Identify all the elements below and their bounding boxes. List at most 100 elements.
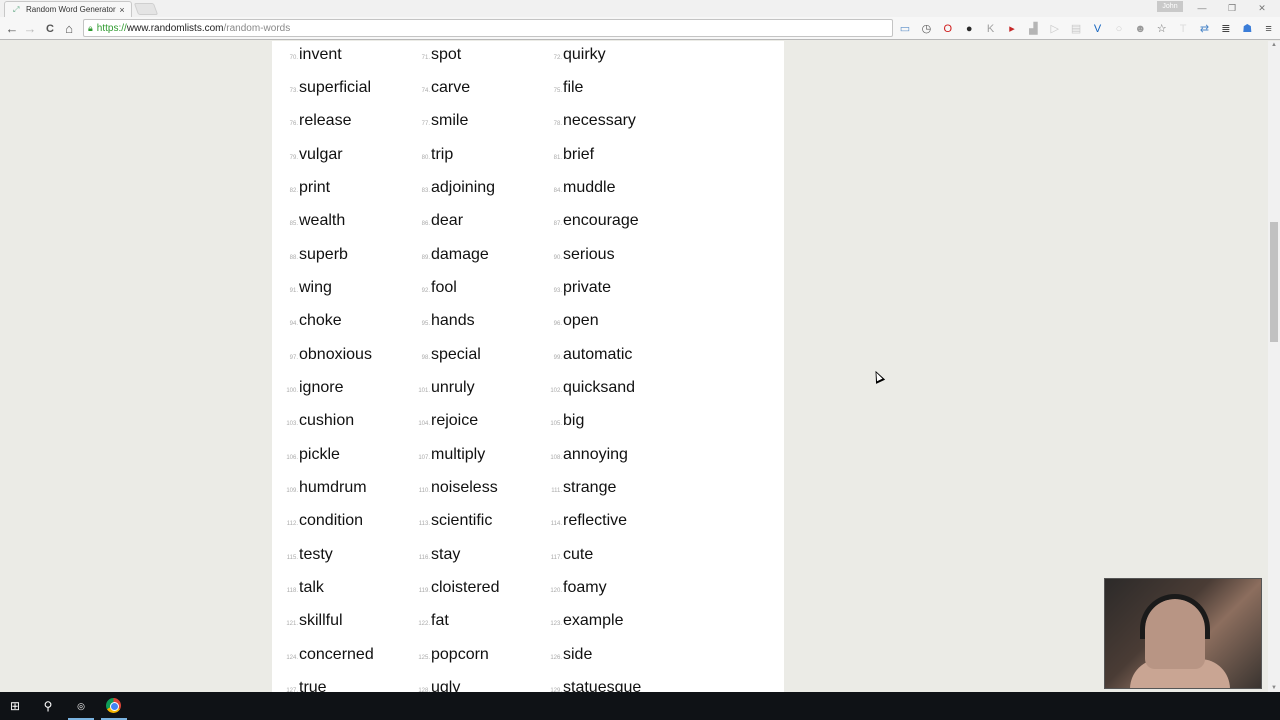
reader-ext-icon[interactable]: ≣ [1219,22,1233,36]
word-number: 74. [421,87,430,94]
vertical-scrollbar[interactable]: ▲ ▼ [1268,41,1280,692]
word-item: 105. big [548,412,680,430]
word-text: file [563,78,584,96]
address-bar[interactable]: 🔒︎ https:// www.randomlists.com /random-… [83,19,893,37]
chat-ext-icon[interactable]: ▤ [1069,22,1083,36]
tab-title: Random Word Generator [26,5,116,14]
word-number: 109. [286,487,298,494]
word-item: 129. statuesque [548,679,680,692]
word-item: 126. side [548,646,680,664]
new-tab-button[interactable] [133,3,159,15]
word-text: stay [431,545,461,563]
word-number: 72. [553,54,562,61]
word-number: 102. [550,387,562,394]
back-arrow-icon[interactable]: ← [4,21,20,37]
screenshot-ext-icon[interactable]: ▭ [898,22,912,36]
minimize-button[interactable]: — [1188,1,1216,15]
home-icon[interactable]: ⌂ [61,21,77,37]
word-row: 70. invent 71. spot 72. quirky [284,41,784,71]
word-item: 98. special [416,346,548,364]
close-tab-icon[interactable]: × [117,5,127,15]
word-text: condition [299,512,364,530]
windows-start-icon[interactable]: ⊞ [6,697,24,715]
word-row: 103. cushion 104. rejoice 105. big [284,405,784,438]
word-text: humdrum [299,478,367,496]
k-ext-icon[interactable]: K [984,22,998,36]
word-row: 115. testy 116. stay 117. cute [284,538,784,571]
word-text: dear [431,212,464,230]
word-item: 124. concerned [284,646,416,664]
clock-ext-icon[interactable]: ◷ [919,22,933,36]
page-viewport: 70. invent 71. spot 72. quirky 73. superficial 7… [0,41,1268,692]
word-text: brief [563,145,595,163]
scroll-down-icon[interactable]: ▼ [1271,685,1277,691]
cortana-icon[interactable]: ◎ [72,697,90,715]
word-number: 121. [286,621,298,628]
word-number: 81. [553,154,562,161]
dial-ext-icon[interactable]: ● [962,22,976,36]
word-number: 94. [289,321,298,328]
word-text: concerned [299,645,374,663]
word-text: quicksand [563,378,636,396]
word-item: 74. carve [416,79,548,97]
word-text: foamy [563,578,607,596]
word-text: big [563,412,585,430]
word-number: 80. [421,154,430,161]
word-text: multiply [431,445,486,463]
word-number: 83. [421,187,430,194]
restore-button[interactable]: ❐ [1218,1,1246,15]
word-text: testy [299,545,333,563]
word-row: 121. skillful 122. fat 123. example [284,605,784,638]
opera-ext-icon[interactable]: O [941,22,955,36]
profile-badge[interactable]: John [1157,1,1183,12]
word-text: popcorn [431,645,489,663]
word-item: 90. serious [548,246,680,264]
forward-ext-icon[interactable]: ▸ [1005,22,1019,36]
v-ext-icon[interactable]: V [1091,22,1105,36]
word-item: 81. brief [548,146,680,164]
chrome-taskbar-icon[interactable] [106,698,121,713]
word-text: carve [431,78,471,96]
puzzle-ext-icon[interactable]: ▟ [1026,22,1040,36]
word-text: encourage [563,212,639,230]
scrollbar-thumb[interactable] [1270,222,1278,342]
translate-ext-icon[interactable]: ⇄ [1197,22,1211,36]
tab-strip: ⤢ Random Word Generator × John — ❐ ✕ [0,0,1280,17]
word-text: ignore [299,378,344,396]
word-row: 106. pickle 107. multiply 108. annoying [284,438,784,471]
headset-icon [1140,594,1210,639]
ghost-ext-icon[interactable]: ☗ [1240,22,1254,36]
word-number: 77. [421,121,430,128]
word-item: 110. noiseless [416,479,548,497]
word-text: damage [431,245,489,263]
word-text: fat [431,612,449,630]
circle-ext-icon[interactable]: ○ [1112,22,1126,36]
word-item: 80. trip [416,146,548,164]
word-item: 115. testy [284,546,416,564]
word-item: 118. talk [284,579,416,597]
word-number: 97. [289,354,298,361]
word-number: 96. [553,321,562,328]
scroll-up-icon[interactable]: ▲ [1271,42,1277,48]
url-host: www.randomlists.com [126,22,224,34]
word-number: 105. [550,421,562,428]
word-number: 82. [289,187,298,194]
search-icon[interactable]: ⚲ [39,697,57,715]
word-item: 75. file [548,79,680,97]
mask-ext-icon[interactable]: ☻ [1133,22,1147,36]
word-row: 85. wealth 86. dear 87. encourage [284,205,784,238]
tt-ext-icon[interactable]: T [1176,22,1190,36]
word-number: 73. [289,87,298,94]
word-text: unruly [431,378,475,396]
forward-arrow-icon[interactable]: → [22,21,38,37]
word-item: 116. stay [416,546,548,564]
play-ext-icon[interactable]: ▷ [1048,22,1062,36]
star-bookmark-icon[interactable]: ☆ [1155,22,1169,36]
word-item: 70. invent [284,46,416,64]
word-number: 95. [421,321,430,328]
close-window-button[interactable]: ✕ [1248,1,1276,15]
word-number: 122. [418,621,430,628]
reload-icon[interactable]: C [42,21,58,37]
tab-random-word-generator[interactable]: ⤢ Random Word Generator × [4,1,132,17]
menu-icon[interactable]: ≡ [1262,22,1276,36]
